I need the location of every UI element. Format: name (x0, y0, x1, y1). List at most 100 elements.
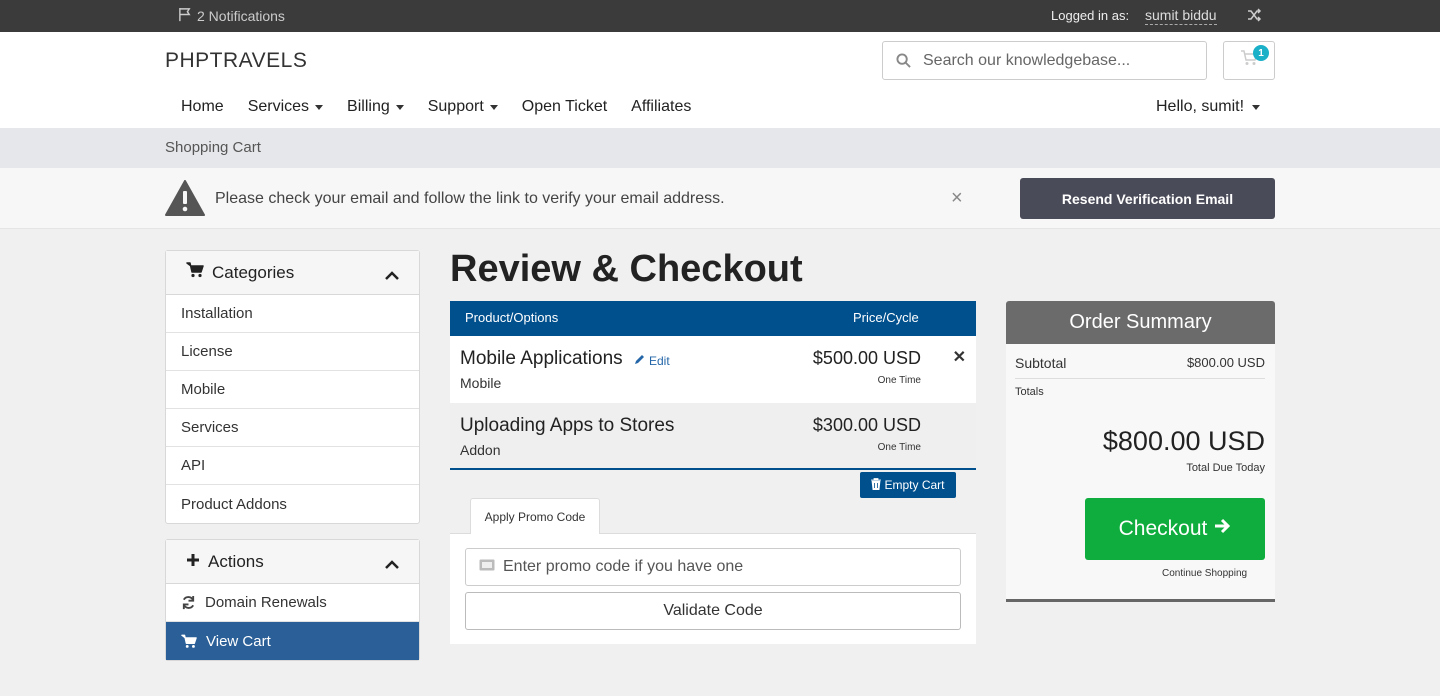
trash-icon (871, 477, 882, 493)
order-summary: Order Summary Subtotal $800.00 USD Total… (1006, 301, 1275, 602)
nav-open-ticket[interactable]: Open Ticket (510, 94, 619, 120)
top-bar: 2 Notifications Logged in as: sumit bidd… (0, 0, 1440, 32)
verify-email-alert: Please check your email and follow the l… (0, 168, 1440, 229)
nav-label: Open Ticket (521, 98, 608, 115)
caret-down-icon (1252, 104, 1261, 110)
column-header-product: Product/Options (465, 310, 559, 325)
empty-cart-label: Empty Cart (884, 478, 945, 492)
search-input[interactable] (923, 51, 1183, 70)
subtotal-value: $800.00 USD (1186, 355, 1265, 370)
nav-support[interactable]: Support (416, 94, 510, 120)
column-header-price: Price/Cycle (853, 310, 919, 325)
breadcrumb-current: Shopping Cart (165, 139, 261, 156)
empty-cart-button[interactable]: Empty Cart (860, 472, 956, 498)
remove-item-icon[interactable]: ✕ (953, 347, 966, 367)
category-item[interactable]: Services (166, 409, 419, 447)
product-name: Uploading Apps to Stores (460, 415, 675, 436)
nav-label: Billing (347, 98, 390, 115)
page-title: Review & Checkout (450, 248, 803, 290)
account-menu[interactable]: Hello, sumit! (1156, 98, 1261, 116)
promo-panel: Validate Code (450, 533, 976, 644)
checkout-button[interactable]: Checkout (1085, 498, 1265, 560)
cart-item: Uploading Apps to Stores Addon $300.00 U… (450, 403, 976, 470)
product-price: $300.00 USD (812, 415, 921, 435)
product-group: Mobile (460, 375, 502, 391)
edit-label: Edit (649, 353, 670, 368)
product-group: Addon (460, 442, 501, 458)
cart-table-header: Product/Options Price/Cycle (450, 301, 976, 336)
promo-code-input[interactable] (503, 558, 943, 576)
notifications-link[interactable]: 2 Notifications (178, 7, 285, 25)
nav-label: Support (427, 98, 484, 115)
nav-services[interactable]: Services (236, 94, 335, 120)
breadcrumb: Shopping Cart (0, 128, 1440, 168)
resend-verification-button[interactable]: Resend Verification Email (1020, 178, 1275, 219)
checkout-label: Checkout (1118, 517, 1208, 540)
category-item[interactable]: Installation (166, 295, 419, 333)
flag-icon (178, 7, 193, 25)
warning-icon (165, 180, 205, 221)
category-item[interactable]: Product Addons (166, 485, 419, 523)
caret-down-icon (395, 104, 404, 110)
totals-label: Totals (1015, 386, 1044, 398)
action-label: View Cart (206, 632, 271, 650)
billing-cycle: One Time (877, 442, 921, 453)
arrow-right-icon (1213, 517, 1231, 541)
edit-link[interactable]: Edit (634, 353, 670, 368)
actions-panel: Actions Domain Renewals View Cart (165, 539, 420, 661)
nav-label: Services (247, 98, 310, 115)
promo-code-field[interactable] (465, 548, 961, 586)
continue-shopping-link[interactable]: Continue Shopping (1162, 568, 1247, 579)
cart-count-badge: 1 (1253, 45, 1269, 61)
nav-label: Home (181, 98, 224, 115)
action-label: Domain Renewals (205, 594, 327, 611)
validate-code-button[interactable]: Validate Code (465, 592, 961, 630)
username-link[interactable]: sumit biddu (1145, 7, 1217, 25)
categories-title: Categories (212, 262, 295, 282)
cart-button[interactable]: 1 (1223, 41, 1275, 80)
caret-down-icon (315, 104, 324, 110)
main-nav: Home Services Billing Support Open Ticke… (165, 94, 703, 120)
plus-icon (186, 552, 200, 572)
alert-message: Please check your email and follow the l… (215, 190, 725, 207)
nav-home[interactable]: Home (165, 94, 236, 120)
product-name: Mobile Applications (460, 348, 623, 369)
action-view-cart[interactable]: View Cart (166, 622, 419, 660)
chevron-up-icon[interactable] (385, 555, 399, 575)
actions-title: Actions (208, 551, 264, 571)
tab-apply-promo-code[interactable]: Apply Promo Code (470, 498, 600, 534)
total-due-amount: $800.00 USD (1102, 426, 1265, 456)
action-domain-renewals[interactable]: Domain Renewals (166, 584, 419, 622)
close-icon[interactable]: × (951, 187, 963, 210)
search-icon (883, 53, 923, 68)
categories-header[interactable]: Categories (166, 251, 419, 295)
caret-down-icon (489, 104, 498, 110)
subtotal-label: Subtotal (1015, 355, 1067, 371)
product-price: $500.00 USD (812, 348, 921, 368)
pencil-icon (634, 353, 646, 368)
actions-header[interactable]: Actions (166, 540, 419, 584)
billing-cycle: One Time (877, 375, 921, 386)
categories-panel: Categories Installation License Mobile S… (165, 250, 420, 524)
refresh-icon (181, 595, 196, 610)
hello-label: Hello, sumit! (1156, 98, 1245, 115)
site-header: PHPTRAVELS 1 Home Services Billing Suppo… (0, 32, 1440, 128)
logged-in-label: Logged in as: (1051, 8, 1130, 23)
site-logo[interactable]: PHPTRAVELS (165, 49, 307, 73)
ticket-icon (479, 558, 495, 576)
nav-affiliates[interactable]: Affiliates (619, 94, 703, 120)
category-item[interactable]: License (166, 333, 419, 371)
category-item[interactable]: Mobile (166, 371, 419, 409)
total-due-label: Total Due Today (1186, 462, 1265, 474)
cart-icon (181, 634, 197, 649)
cart-item: Mobile Applications Edit Mobile $500.00 … (450, 336, 976, 403)
nav-billing[interactable]: Billing (335, 94, 416, 120)
chevron-up-icon[interactable] (385, 266, 399, 286)
notifications-label: 2 Notifications (197, 8, 285, 24)
cart-icon (186, 262, 204, 283)
nav-label: Affiliates (631, 98, 692, 115)
knowledgebase-search[interactable] (882, 41, 1207, 80)
category-item[interactable]: API (166, 447, 419, 485)
shuffle-icon[interactable] (1246, 7, 1262, 26)
subtotal-row: Subtotal $800.00 USD (1015, 355, 1265, 379)
